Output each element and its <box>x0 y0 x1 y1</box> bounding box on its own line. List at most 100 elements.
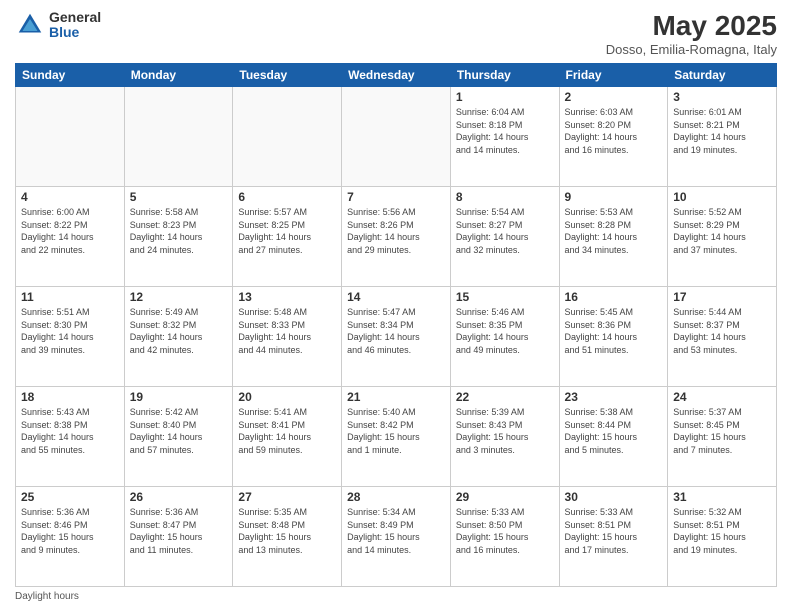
day-info-29: Sunrise: 5:33 AM Sunset: 8:50 PM Dayligh… <box>456 506 554 556</box>
day-number-26: 26 <box>130 490 228 504</box>
logo: General Blue <box>15 10 101 41</box>
calendar-week-1: 1 Sunrise: 6:04 AM Sunset: 8:18 PM Daylig… <box>16 87 777 187</box>
day-number-12: 12 <box>130 290 228 304</box>
calendar-header-row: Sunday Monday Tuesday Wednesday Thursday… <box>16 64 777 87</box>
col-tuesday: Tuesday <box>233 64 342 87</box>
calendar-cell-w1-d3 <box>233 87 342 187</box>
day-info-13: Sunrise: 5:48 AM Sunset: 8:33 PM Dayligh… <box>238 306 336 356</box>
day-info-25: Sunrise: 5:36 AM Sunset: 8:46 PM Dayligh… <box>21 506 119 556</box>
calendar-cell-w3-d5: 15 Sunrise: 5:46 AM Sunset: 8:35 PM Dayli… <box>450 287 559 387</box>
day-info-3: Sunrise: 6:01 AM Sunset: 8:21 PM Dayligh… <box>673 106 771 156</box>
day-info-18: Sunrise: 5:43 AM Sunset: 8:38 PM Dayligh… <box>21 406 119 456</box>
logo-blue-text: Blue <box>49 25 101 40</box>
calendar-cell-w5-d1: 25 Sunrise: 5:36 AM Sunset: 8:46 PM Dayli… <box>16 487 125 587</box>
day-number-22: 22 <box>456 390 554 404</box>
calendar-cell-w2-d3: 6 Sunrise: 5:57 AM Sunset: 8:25 PM Daylig… <box>233 187 342 287</box>
calendar-cell-w1-d7: 3 Sunrise: 6:01 AM Sunset: 8:21 PM Daylig… <box>668 87 777 187</box>
calendar-cell-w2-d1: 4 Sunrise: 6:00 AM Sunset: 8:22 PM Daylig… <box>16 187 125 287</box>
calendar-cell-w5-d5: 29 Sunrise: 5:33 AM Sunset: 8:50 PM Dayli… <box>450 487 559 587</box>
day-info-17: Sunrise: 5:44 AM Sunset: 8:37 PM Dayligh… <box>673 306 771 356</box>
logo-general-text: General <box>49 10 101 25</box>
day-info-1: Sunrise: 6:04 AM Sunset: 8:18 PM Dayligh… <box>456 106 554 156</box>
day-info-23: Sunrise: 5:38 AM Sunset: 8:44 PM Dayligh… <box>565 406 663 456</box>
calendar-cell-w3-d3: 13 Sunrise: 5:48 AM Sunset: 8:33 PM Dayli… <box>233 287 342 387</box>
day-number-3: 3 <box>673 90 771 104</box>
day-info-24: Sunrise: 5:37 AM Sunset: 8:45 PM Dayligh… <box>673 406 771 456</box>
day-number-10: 10 <box>673 190 771 204</box>
day-info-9: Sunrise: 5:53 AM Sunset: 8:28 PM Dayligh… <box>565 206 663 256</box>
day-number-8: 8 <box>456 190 554 204</box>
calendar-cell-w4-d3: 20 Sunrise: 5:41 AM Sunset: 8:41 PM Dayli… <box>233 387 342 487</box>
day-number-16: 16 <box>565 290 663 304</box>
day-number-24: 24 <box>673 390 771 404</box>
calendar-cell-w4-d6: 23 Sunrise: 5:38 AM Sunset: 8:44 PM Dayli… <box>559 387 668 487</box>
calendar-cell-w4-d2: 19Sunrise: 5:42 AM Sunset: 8:40 PM Dayli… <box>124 387 233 487</box>
calendar-week-5: 25 Sunrise: 5:36 AM Sunset: 8:46 PM Dayli… <box>16 487 777 587</box>
day-number-30: 30 <box>565 490 663 504</box>
col-monday: Monday <box>124 64 233 87</box>
day-info-20: Sunrise: 5:41 AM Sunset: 8:41 PM Dayligh… <box>238 406 336 456</box>
col-saturday: Saturday <box>668 64 777 87</box>
calendar-cell-w2-d2: 5Sunrise: 5:58 AM Sunset: 8:23 PM Daylig… <box>124 187 233 287</box>
calendar-cell-w5-d2: 26 Sunrise: 5:36 AM Sunset: 8:47 PM Dayli… <box>124 487 233 587</box>
day-info-31: Sunrise: 5:32 AM Sunset: 8:51 PM Dayligh… <box>673 506 771 556</box>
day-number-28: 28 <box>347 490 445 504</box>
day-number-4: 4 <box>21 190 119 204</box>
day-number-1: 1 <box>456 90 554 104</box>
day-number-17: 17 <box>673 290 771 304</box>
calendar-cell-w4-d5: 22 Sunrise: 5:39 AM Sunset: 8:43 PM Dayli… <box>450 387 559 487</box>
logo-icon <box>15 10 45 40</box>
month-year-title: May 2025 <box>606 10 777 42</box>
day-info-16: Sunrise: 5:45 AM Sunset: 8:36 PM Dayligh… <box>565 306 663 356</box>
col-wednesday: Wednesday <box>342 64 451 87</box>
page: General Blue May 2025 Dosso, Emilia-Roma… <box>0 0 792 612</box>
day-number-6: 6 <box>238 190 336 204</box>
day-number-13: 13 <box>238 290 336 304</box>
day-info-6: Sunrise: 5:57 AM Sunset: 8:25 PM Dayligh… <box>238 206 336 256</box>
day-number-25: 25 <box>21 490 119 504</box>
calendar-cell-w3-d2: 12 Sunrise: 5:49 AM Sunset: 8:32 PM Dayli… <box>124 287 233 387</box>
day-number-15: 15 <box>456 290 554 304</box>
calendar-cell-w1-d6: 2Sunrise: 6:03 AM Sunset: 8:20 PM Daylig… <box>559 87 668 187</box>
col-sunday: Sunday <box>16 64 125 87</box>
day-info-22: Sunrise: 5:39 AM Sunset: 8:43 PM Dayligh… <box>456 406 554 456</box>
day-info-12: Sunrise: 5:49 AM Sunset: 8:32 PM Dayligh… <box>130 306 228 356</box>
calendar-cell-w3-d7: 17 Sunrise: 5:44 AM Sunset: 8:37 PM Dayli… <box>668 287 777 387</box>
col-friday: Friday <box>559 64 668 87</box>
day-info-27: Sunrise: 5:35 AM Sunset: 8:48 PM Dayligh… <box>238 506 336 556</box>
day-info-19: Sunrise: 5:42 AM Sunset: 8:40 PM Dayligh… <box>130 406 228 456</box>
day-info-28: Sunrise: 5:34 AM Sunset: 8:49 PM Dayligh… <box>347 506 445 556</box>
day-number-21: 21 <box>347 390 445 404</box>
day-number-11: 11 <box>21 290 119 304</box>
calendar-cell-w3-d4: 14Sunrise: 5:47 AM Sunset: 8:34 PM Dayli… <box>342 287 451 387</box>
day-number-18: 18 <box>21 390 119 404</box>
calendar-cell-w1-d2 <box>124 87 233 187</box>
calendar-cell-w2-d4: 7Sunrise: 5:56 AM Sunset: 8:26 PM Daylig… <box>342 187 451 287</box>
day-number-14: 14 <box>347 290 445 304</box>
calendar-cell-w5-d6: 30Sunrise: 5:33 AM Sunset: 8:51 PM Dayli… <box>559 487 668 587</box>
calendar-week-3: 11Sunrise: 5:51 AM Sunset: 8:30 PM Dayli… <box>16 287 777 387</box>
calendar-cell-w2-d6: 9 Sunrise: 5:53 AM Sunset: 8:28 PM Daylig… <box>559 187 668 287</box>
calendar-cell-w3-d1: 11Sunrise: 5:51 AM Sunset: 8:30 PM Dayli… <box>16 287 125 387</box>
day-info-21: Sunrise: 5:40 AM Sunset: 8:42 PM Dayligh… <box>347 406 445 456</box>
calendar-table: Sunday Monday Tuesday Wednesday Thursday… <box>15 63 777 587</box>
day-number-23: 23 <box>565 390 663 404</box>
day-info-10: Sunrise: 5:52 AM Sunset: 8:29 PM Dayligh… <box>673 206 771 256</box>
calendar-cell-w1-d4 <box>342 87 451 187</box>
day-number-2: 2 <box>565 90 663 104</box>
day-number-9: 9 <box>565 190 663 204</box>
footer-note: Daylight hours <box>15 591 777 602</box>
day-number-29: 29 <box>456 490 554 504</box>
day-info-15: Sunrise: 5:46 AM Sunset: 8:35 PM Dayligh… <box>456 306 554 356</box>
day-info-26: Sunrise: 5:36 AM Sunset: 8:47 PM Dayligh… <box>130 506 228 556</box>
day-info-4: Sunrise: 6:00 AM Sunset: 8:22 PM Dayligh… <box>21 206 119 256</box>
title-section: May 2025 Dosso, Emilia-Romagna, Italy <box>606 10 777 57</box>
calendar-cell-w1-d5: 1 Sunrise: 6:04 AM Sunset: 8:18 PM Daylig… <box>450 87 559 187</box>
header: General Blue May 2025 Dosso, Emilia-Roma… <box>15 10 777 57</box>
day-number-27: 27 <box>238 490 336 504</box>
calendar-week-2: 4 Sunrise: 6:00 AM Sunset: 8:22 PM Daylig… <box>16 187 777 287</box>
calendar-cell-w2-d7: 10 Sunrise: 5:52 AM Sunset: 8:29 PM Dayli… <box>668 187 777 287</box>
day-info-5: Sunrise: 5:58 AM Sunset: 8:23 PM Dayligh… <box>130 206 228 256</box>
location-text: Dosso, Emilia-Romagna, Italy <box>606 42 777 57</box>
day-number-20: 20 <box>238 390 336 404</box>
